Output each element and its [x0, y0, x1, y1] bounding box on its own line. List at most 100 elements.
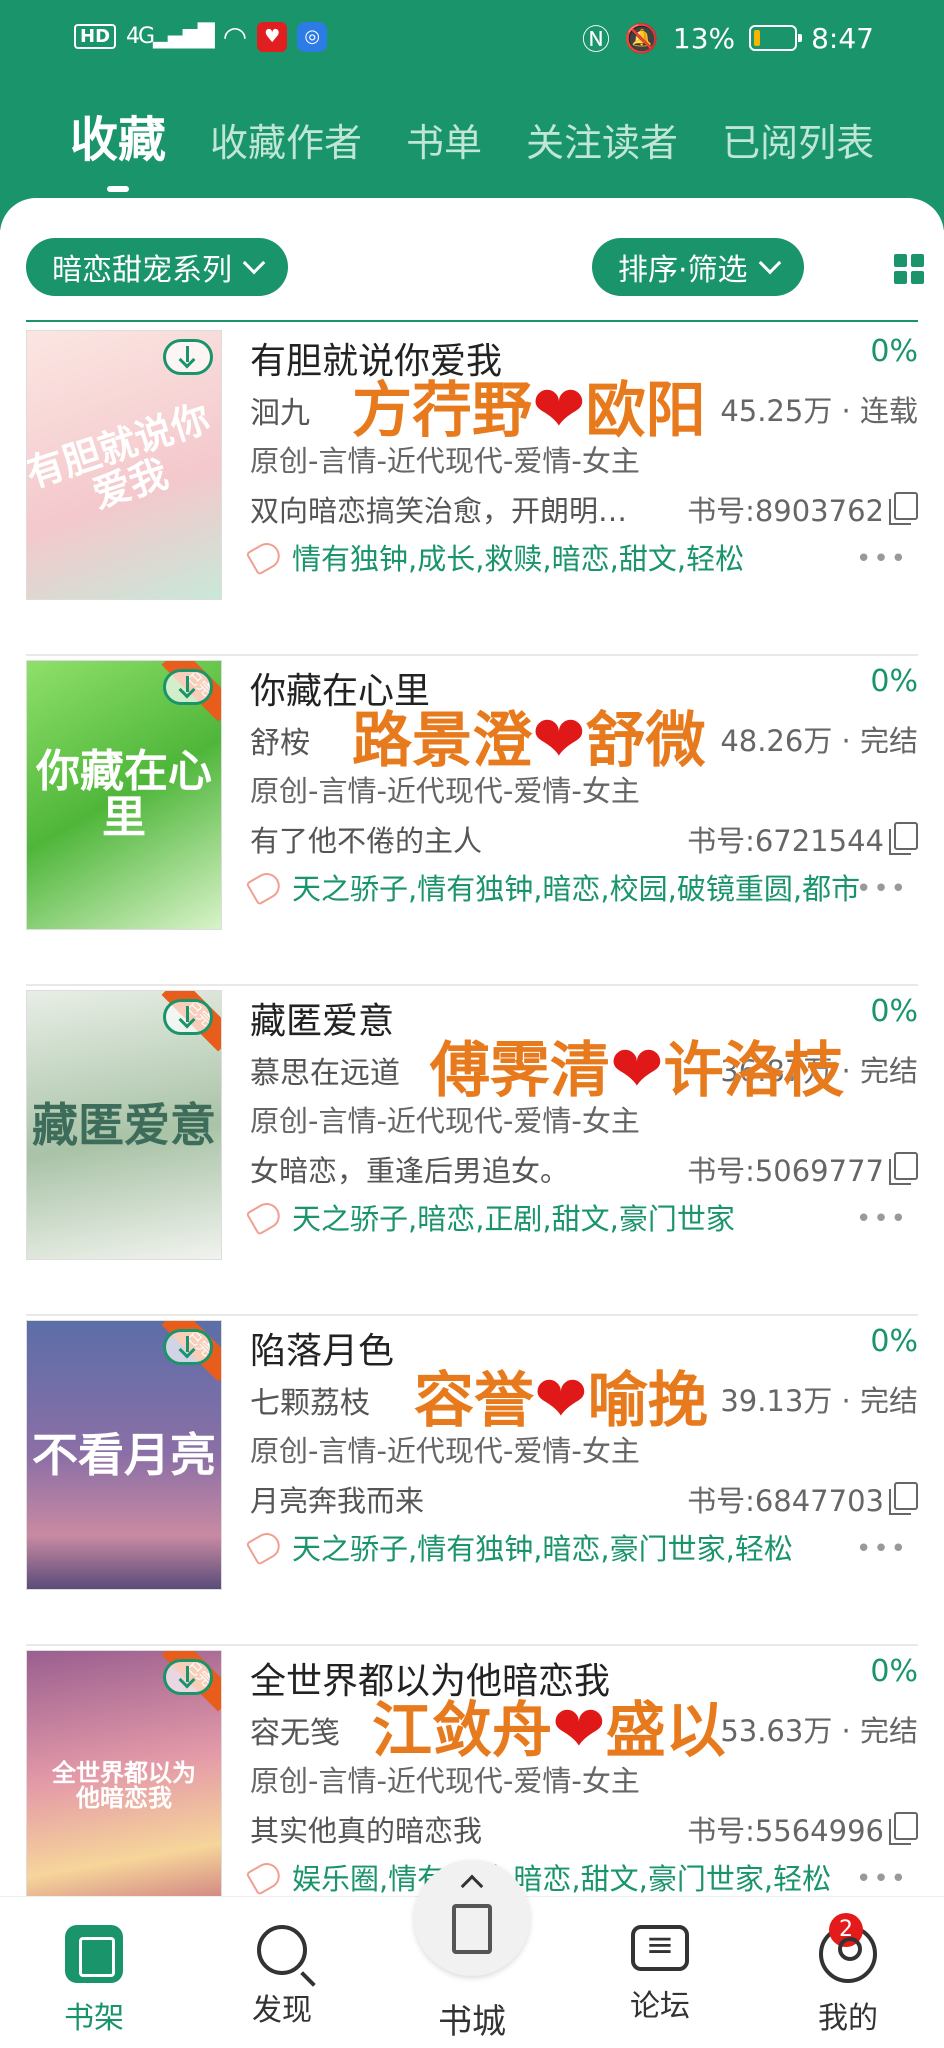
overlay-name-right: 喻挽 [587, 1366, 708, 1436]
more-options-icon[interactable]: ••• [856, 544, 908, 574]
book-number: 书号:5564996 [687, 1814, 884, 1848]
heart-icon: ❤ [552, 1693, 606, 1767]
more-options-icon[interactable]: ••• [856, 1864, 908, 1894]
word-count-status: 53.63万 · 完结 [720, 1714, 918, 1748]
tag-icon [245, 1858, 285, 1896]
download-icon[interactable] [163, 1329, 213, 1365]
overlay-caption: 傅霁清❤许洛枝 [430, 1022, 844, 1109]
profile-icon: 2 [819, 1913, 877, 1983]
overlay-name-right: 舒微 [585, 706, 706, 776]
category-filter-dropdown[interactable]: 暗恋甜宠系列 [26, 238, 288, 296]
overlay-name-right: 许洛枝 [663, 1036, 844, 1106]
notification-badge: 2 [829, 1913, 863, 1947]
discover-icon [257, 1925, 307, 1975]
book-cover[interactable]: 藏匿爱意 已完 [26, 990, 222, 1260]
book-author[interactable]: 慕思在远道 [250, 1048, 400, 1092]
tab-read-list[interactable]: 已阅列表 [722, 112, 874, 167]
download-icon[interactable] [163, 1659, 213, 1695]
book-author[interactable]: 七颗荔枝 [250, 1378, 370, 1422]
book-description: 有了他不倦的主人 [250, 824, 483, 858]
more-options-icon[interactable]: ••• [856, 874, 908, 904]
tab-booklists[interactable]: 书单 [406, 112, 482, 167]
download-icon[interactable] [163, 999, 213, 1035]
overlay-name-left: 容誉 [414, 1366, 534, 1436]
overlay-caption: 江敛舟❤盛以 [372, 1682, 726, 1769]
overlay-caption: 方荇野❤欧阳 [352, 362, 706, 449]
download-icon[interactable] [163, 669, 213, 705]
copy-icon[interactable] [889, 1152, 918, 1185]
chevron-up-icon [460, 1874, 484, 1898]
read-progress: 0% [870, 994, 918, 1029]
heart-icon: ❤ [534, 1363, 588, 1437]
nfc-icon: Ⓝ [581, 23, 610, 56]
book-cover[interactable]: 有胆就说你爱我 [26, 330, 222, 600]
copy-icon[interactable] [889, 1812, 918, 1845]
book-description: 双向暗恋搞笑治愈，开朗明… [250, 494, 628, 528]
bookshelf-icon [65, 1925, 123, 1983]
nav-discover[interactable]: 发现 [222, 1925, 342, 2029]
book-tags: 娱乐圈,情有独钟,暗恋,甜文,豪门世家,轻松 [292, 1862, 832, 1896]
category-filter-label: 暗恋甜宠系列 [52, 253, 232, 288]
grid-view-icon[interactable] [894, 254, 924, 284]
book-cover[interactable]: 你藏在心里 已完 [26, 660, 222, 930]
book-tags: 天之骄子,暗恋,正剧,甜文,豪门世家 [292, 1202, 735, 1236]
download-icon[interactable] [163, 339, 213, 375]
book-tags: 天之骄子,情有独钟,暗恋,校园,破镜重圆,都市 [292, 872, 861, 906]
read-progress: 0% [870, 1324, 918, 1359]
heart-icon: ❤ [610, 1033, 664, 1107]
more-options-icon[interactable]: ••• [856, 1204, 908, 1234]
book-description: 月亮奔我而来 [250, 1484, 425, 1518]
browser-notification-icon: ◎ [297, 21, 328, 52]
book-author[interactable]: 洄九 [250, 388, 310, 432]
copy-icon[interactable] [889, 1482, 918, 1515]
book-item[interactable]: 不看月亮 已完 陷落月色 0% 七颗荔枝 39.13万 · 完结 原创-言情-近… [0, 1316, 944, 1646]
word-count-status: 45.25万 · 连载 [720, 394, 918, 428]
nav-discover-label: 发现 [252, 1993, 312, 2028]
hd-icon: HD [74, 24, 117, 49]
word-count-status: 39.13万 · 完结 [720, 1384, 918, 1418]
copy-icon[interactable] [889, 492, 918, 525]
bookstore-button[interactable] [414, 1860, 530, 1976]
nav-mine[interactable]: 2 我的 [788, 1913, 908, 2037]
book-author[interactable]: 舒桉 [250, 718, 310, 762]
tab-followed-readers[interactable]: 关注读者 [526, 112, 678, 167]
book-title[interactable]: 陷落月色 [250, 1322, 394, 1374]
sort-filter-dropdown[interactable]: 排序·筛选 [592, 238, 804, 296]
overlay-name-left: 傅霁清 [430, 1036, 610, 1106]
overlay-caption: 路景澄❤舒微 [352, 692, 706, 779]
header-bar: HD 4G▂▄▆█ ◠ ♥ ◎ Ⓝ 🔕 13% 8:47 收藏 收藏作者 书单 … [0, 0, 944, 230]
nav-shelf[interactable]: 书架 [34, 1925, 154, 2037]
more-options-icon[interactable]: ••• [856, 1534, 908, 1564]
book-item[interactable]: 有胆就说你爱我 有胆就说你爱我 0% 洄九 45.25万 · 连载 原创-言情-… [0, 326, 944, 656]
book-description: 其实他真的暗恋我 [250, 1814, 483, 1848]
heart-icon: ❤ [532, 703, 586, 777]
divider [26, 320, 918, 322]
battery-percent: 13% [672, 21, 736, 55]
clock: 8:47 [811, 21, 874, 55]
book-cover[interactable]: 不看月亮 已完 [26, 1320, 222, 1590]
book-author[interactable]: 容无笺 [250, 1708, 340, 1752]
book-item[interactable]: 你藏在心里 已完 你藏在心里 0% 舒桉 48.26万 · 完结 原创-言情-近… [0, 656, 944, 986]
tag-icon [245, 1198, 285, 1236]
read-progress: 0% [870, 664, 918, 699]
tag-icon [245, 1528, 285, 1566]
book-cover[interactable]: 全世界都以为他暗恋我 已完 [26, 1650, 222, 1920]
book-icon [452, 1904, 492, 1954]
sort-filter-label: 排序·筛选 [618, 253, 748, 288]
status-bar: HD 4G▂▄▆█ ◠ ♥ ◎ Ⓝ 🔕 13% 8:47 [0, 16, 944, 56]
nav-store-label[interactable]: 书城 [414, 1994, 530, 2043]
book-item[interactable]: 藏匿爱意 已完 藏匿爱意 0% 慕思在远道 36.87万 · 完结 原创-言情-… [0, 986, 944, 1316]
tab-favorite-authors[interactable]: 收藏作者 [210, 112, 362, 167]
tab-favorites[interactable]: 收藏 [70, 100, 166, 192]
heart-icon: ❤ [532, 373, 586, 447]
nav-forum-label: 论坛 [630, 1989, 690, 2024]
book-number: 书号:5069777 [687, 1154, 884, 1188]
nav-forum[interactable]: 论坛 [600, 1925, 720, 2025]
book-title[interactable]: 藏匿爱意 [250, 992, 394, 1044]
overlay-name-left: 方荇野 [352, 376, 532, 446]
book-tags: 天之骄子,情有独钟,暗恋,豪门世家,轻松 [292, 1532, 793, 1566]
book-number: 书号:6847703 [687, 1484, 884, 1518]
copy-icon[interactable] [889, 822, 918, 855]
nav-mine-label: 我的 [818, 2001, 878, 2036]
nav-shelf-label: 书架 [64, 2001, 124, 2036]
